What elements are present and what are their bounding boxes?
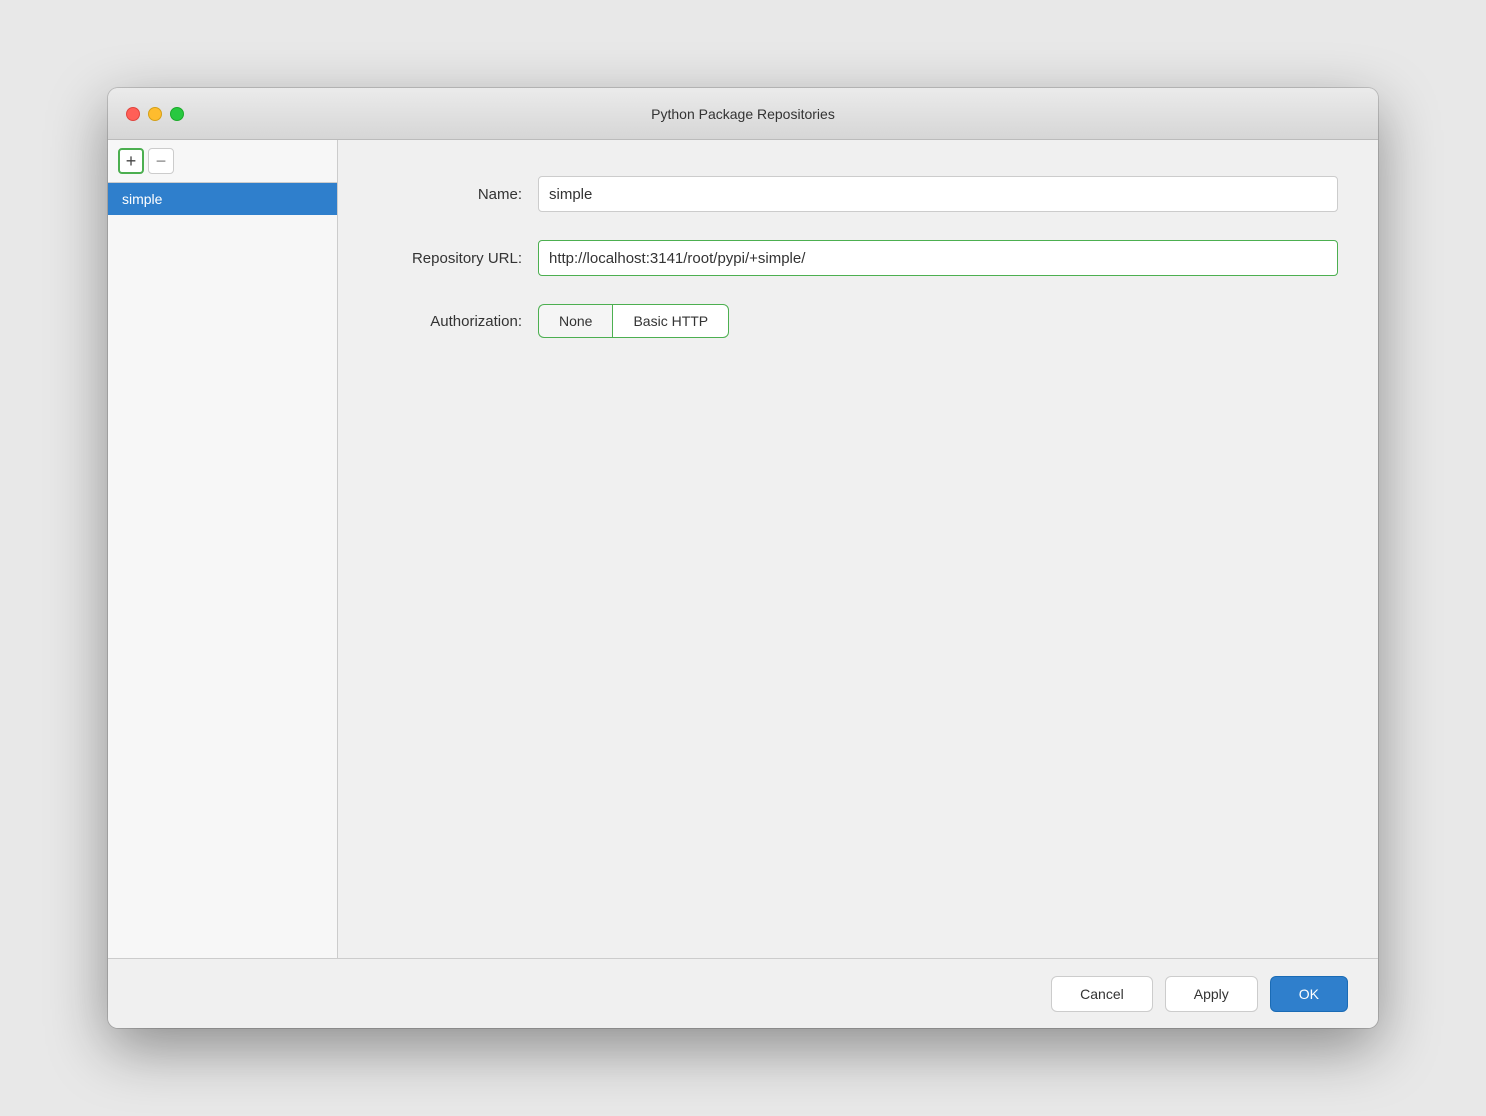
repository-list: simple: [108, 183, 337, 958]
url-row: Repository URL:: [378, 240, 1338, 276]
traffic-lights: [126, 107, 184, 121]
window-title: Python Package Repositories: [651, 106, 835, 122]
apply-button[interactable]: Apply: [1165, 976, 1258, 1012]
maximize-button[interactable]: [170, 107, 184, 121]
auth-basic-http-button[interactable]: Basic HTTP: [612, 304, 729, 338]
list-item[interactable]: simple: [108, 183, 337, 215]
main-content: Name: Repository URL: Authorization: Non…: [338, 140, 1378, 958]
content-spacer: [378, 366, 1338, 938]
title-bar: Python Package Repositories: [108, 88, 1378, 140]
auth-none-button[interactable]: None: [538, 304, 612, 338]
add-repository-button[interactable]: +: [118, 148, 144, 174]
dialog-footer: Cancel Apply OK: [108, 958, 1378, 1028]
auth-label: Authorization:: [378, 313, 538, 330]
repository-url-input[interactable]: [538, 240, 1338, 276]
auth-group: None Basic HTTP: [538, 304, 729, 338]
ok-button[interactable]: OK: [1270, 976, 1348, 1012]
dialog-body: + − simple Name: Repository URL: Authori…: [108, 140, 1378, 958]
name-row: Name:: [378, 176, 1338, 212]
url-label: Repository URL:: [378, 250, 538, 267]
name-input[interactable]: [538, 176, 1338, 212]
name-label: Name:: [378, 186, 538, 203]
sidebar-toolbar: + −: [108, 140, 337, 183]
remove-repository-button[interactable]: −: [148, 148, 174, 174]
auth-row: Authorization: None Basic HTTP: [378, 304, 1338, 338]
dialog-window: Python Package Repositories + − simple N…: [108, 88, 1378, 1028]
close-button[interactable]: [126, 107, 140, 121]
sidebar: + − simple: [108, 140, 338, 958]
cancel-button[interactable]: Cancel: [1051, 976, 1153, 1012]
minimize-button[interactable]: [148, 107, 162, 121]
